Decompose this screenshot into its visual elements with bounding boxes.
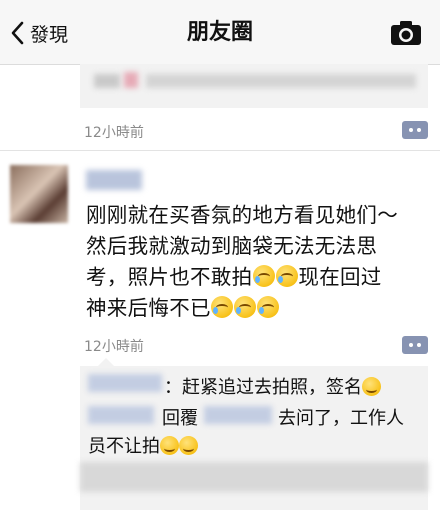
post-divider xyxy=(0,150,440,151)
post-timestamp: 12小時前 xyxy=(84,339,144,355)
comment-text: 员不让拍 xyxy=(88,436,160,457)
crying-laugh-emoji-icon xyxy=(179,436,198,455)
post-text-line: 考，照片也不敢拍 现在回过 xyxy=(86,262,428,293)
blurred-name xyxy=(124,72,138,88)
post-timestamp: 12小時前 xyxy=(84,125,144,141)
post-text-segment: 考，照片也不敢拍 xyxy=(86,265,253,289)
comment-line: 员不让拍 xyxy=(88,432,198,458)
nav-bar: 發現 朋友圈 xyxy=(0,0,440,65)
crying-laugh-emoji-icon xyxy=(160,436,179,455)
grin-emoji-icon xyxy=(362,377,381,396)
comment-button[interactable] xyxy=(402,336,428,354)
crying-laugh-emoji-icon xyxy=(252,265,275,287)
comment-button[interactable] xyxy=(402,121,428,139)
comment-text: 去问了，工作人 xyxy=(278,408,404,429)
post-text-line: 然后我就激动到脑袋无法无法思 xyxy=(86,234,378,258)
crying-laugh-emoji-icon xyxy=(257,296,280,318)
blurred-comment xyxy=(146,74,416,88)
crying-laugh-emoji-icon xyxy=(234,296,257,318)
comments-box: ：赶紧追过去拍照，签名 回覆 去问了，工作人 员不让拍 xyxy=(80,358,428,510)
post-text-segment: 神来后悔不已 xyxy=(86,296,211,320)
post-text-line: 刚刚就在买香氛的地方看见她们～ xyxy=(86,203,398,227)
crying-laugh-emoji-icon xyxy=(211,296,234,318)
post-text-line: 神来后悔不已 xyxy=(86,293,428,324)
comment-text: ：赶紧追过去拍照，签名 xyxy=(164,377,362,398)
avatar[interactable] xyxy=(10,165,68,223)
blurred-comment xyxy=(80,462,428,492)
comments-box xyxy=(80,64,428,108)
crying-laugh-emoji-icon xyxy=(275,265,298,287)
post-text: 刚刚就在买香氛的地方看见她们～ 然后我就激动到脑袋无法无法思 考，照片也不敢拍 现… xyxy=(86,200,428,324)
post-text-segment: 现在回过 xyxy=(298,265,382,289)
reply-label: 回覆 xyxy=(162,408,198,429)
page-title: 朋友圈 xyxy=(186,20,253,45)
comment-line: ：赶紧追过去拍照，签名 xyxy=(164,373,381,399)
blurred-commenter[interactable] xyxy=(88,406,154,424)
blurred-name xyxy=(94,74,120,88)
blurred-reply-target[interactable] xyxy=(204,406,272,424)
camera-icon[interactable] xyxy=(390,20,422,46)
blurred-commenter[interactable] xyxy=(88,374,162,392)
blurred-username[interactable] xyxy=(86,170,142,190)
